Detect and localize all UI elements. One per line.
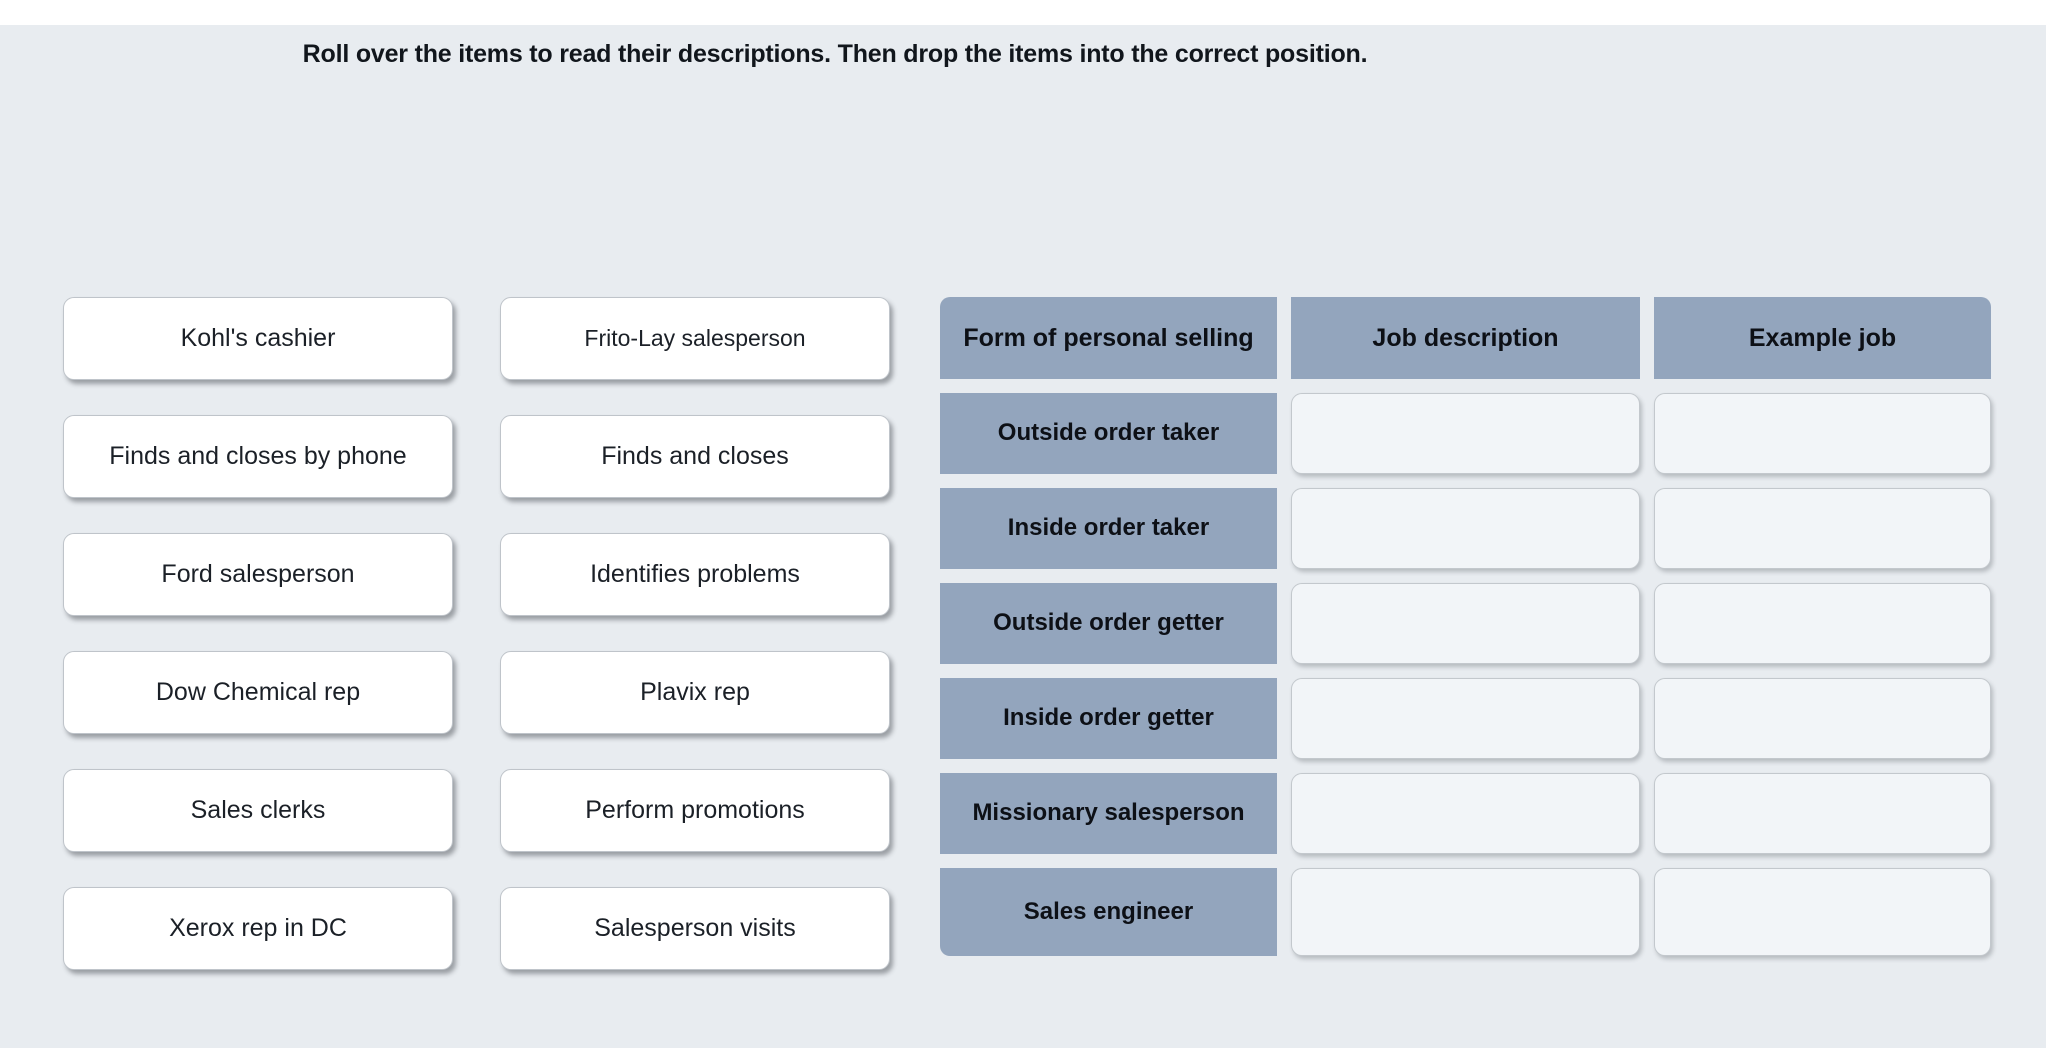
drop-zone-job-description-inside-order-getter[interactable] [1291, 678, 1640, 759]
table-row: Missionary salesperson [940, 773, 1991, 854]
drag-item-finds-and-closes-by-phone[interactable]: Finds and closes by phone [63, 415, 453, 498]
drag-items-column-1: Kohl's cashier Finds and closes by phone… [63, 297, 453, 1005]
drag-item-xerox-rep-in-dc[interactable]: Xerox rep in DC [63, 887, 453, 970]
column-gap [1277, 393, 1291, 474]
column-header-job-description: Job description [1291, 297, 1640, 379]
table-row: Sales engineer [940, 868, 1991, 956]
column-gap [1277, 773, 1291, 854]
column-gap [1277, 488, 1291, 569]
drag-item-kohls-cashier[interactable]: Kohl's cashier [63, 297, 453, 380]
drag-item-label: Salesperson visits [594, 914, 796, 943]
drop-zone-job-description-sales-engineer[interactable] [1291, 868, 1640, 956]
drag-item-plavix-rep[interactable]: Plavix rep [500, 651, 890, 734]
instruction-text: Roll over the items to read their descri… [302, 40, 1368, 68]
drag-item-label: Frito-Lay salesperson [584, 325, 806, 352]
column-header-example-job: Example job [1654, 297, 1991, 379]
drag-item-label: Sales clerks [190, 796, 326, 825]
row-label-inside-order-getter: Inside order getter [940, 678, 1277, 759]
drag-item-label: Finds and closes [601, 442, 789, 471]
column-gap [1640, 583, 1654, 664]
row-label-missionary-salesperson: Missionary salesperson [940, 773, 1277, 854]
drop-zone-example-job-inside-order-getter[interactable] [1654, 678, 1991, 759]
column-gap [1640, 488, 1654, 569]
table-row: Inside order taker [940, 488, 1991, 569]
drop-zone-job-description-missionary-salesperson[interactable] [1291, 773, 1640, 854]
match-table: Form of personal selling Job description… [940, 297, 1991, 956]
drop-zone-example-job-sales-engineer[interactable] [1654, 868, 1991, 956]
drag-item-label: Identifies problems [590, 560, 800, 589]
drop-zone-job-description-outside-order-taker[interactable] [1291, 393, 1640, 474]
column-gap [1277, 297, 1291, 379]
drop-zone-job-description-inside-order-taker[interactable] [1291, 488, 1640, 569]
drag-item-ford-salesperson[interactable]: Ford salesperson [63, 533, 453, 616]
column-gap [1277, 583, 1291, 664]
activity-stage: Roll over the items to read their descri… [0, 25, 2046, 1048]
table-header-row: Form of personal selling Job description… [940, 297, 1991, 379]
drag-item-sales-clerks[interactable]: Sales clerks [63, 769, 453, 852]
drop-zone-example-job-inside-order-taker[interactable] [1654, 488, 1991, 569]
table-row: Inside order getter [940, 678, 1991, 759]
drag-item-label: Xerox rep in DC [169, 914, 347, 943]
drop-zone-example-job-missionary-salesperson[interactable] [1654, 773, 1991, 854]
row-label-sales-engineer: Sales engineer [940, 868, 1277, 956]
drag-item-finds-and-closes[interactable]: Finds and closes [500, 415, 890, 498]
drag-item-label: Ford salesperson [161, 560, 355, 589]
drag-items-column-2: Frito-Lay salesperson Finds and closes I… [500, 297, 890, 1005]
row-label-inside-order-taker: Inside order taker [940, 488, 1277, 569]
drag-item-dow-chemical-rep[interactable]: Dow Chemical rep [63, 651, 453, 734]
column-gap [1640, 868, 1654, 956]
drag-item-frito-lay-salesperson[interactable]: Frito-Lay salesperson [500, 297, 890, 380]
drag-item-label: Plavix rep [640, 678, 750, 707]
row-label-outside-order-getter: Outside order getter [940, 583, 1277, 664]
drag-item-label: Dow Chemical rep [155, 678, 361, 707]
column-gap [1640, 393, 1654, 474]
column-gap [1640, 297, 1654, 379]
drag-item-identifies-problems[interactable]: Identifies problems [500, 533, 890, 616]
column-header-form-of-personal-selling: Form of personal selling [940, 297, 1277, 379]
drag-item-salesperson-visits[interactable]: Salesperson visits [500, 887, 890, 970]
drop-zone-example-job-outside-order-taker[interactable] [1654, 393, 1991, 474]
drag-item-label: Perform promotions [585, 796, 805, 825]
table-row: Outside order taker [940, 393, 1991, 474]
drag-item-perform-promotions[interactable]: Perform promotions [500, 769, 890, 852]
drag-item-label: Kohl's cashier [180, 324, 336, 353]
drop-zone-example-job-outside-order-getter[interactable] [1654, 583, 1991, 664]
drag-item-label: Finds and closes by phone [109, 442, 407, 471]
column-gap [1277, 868, 1291, 956]
column-gap [1640, 678, 1654, 759]
column-gap [1640, 773, 1654, 854]
column-gap [1277, 678, 1291, 759]
table-row: Outside order getter [940, 583, 1991, 664]
row-label-outside-order-taker: Outside order taker [940, 393, 1277, 474]
drop-zone-job-description-outside-order-getter[interactable] [1291, 583, 1640, 664]
